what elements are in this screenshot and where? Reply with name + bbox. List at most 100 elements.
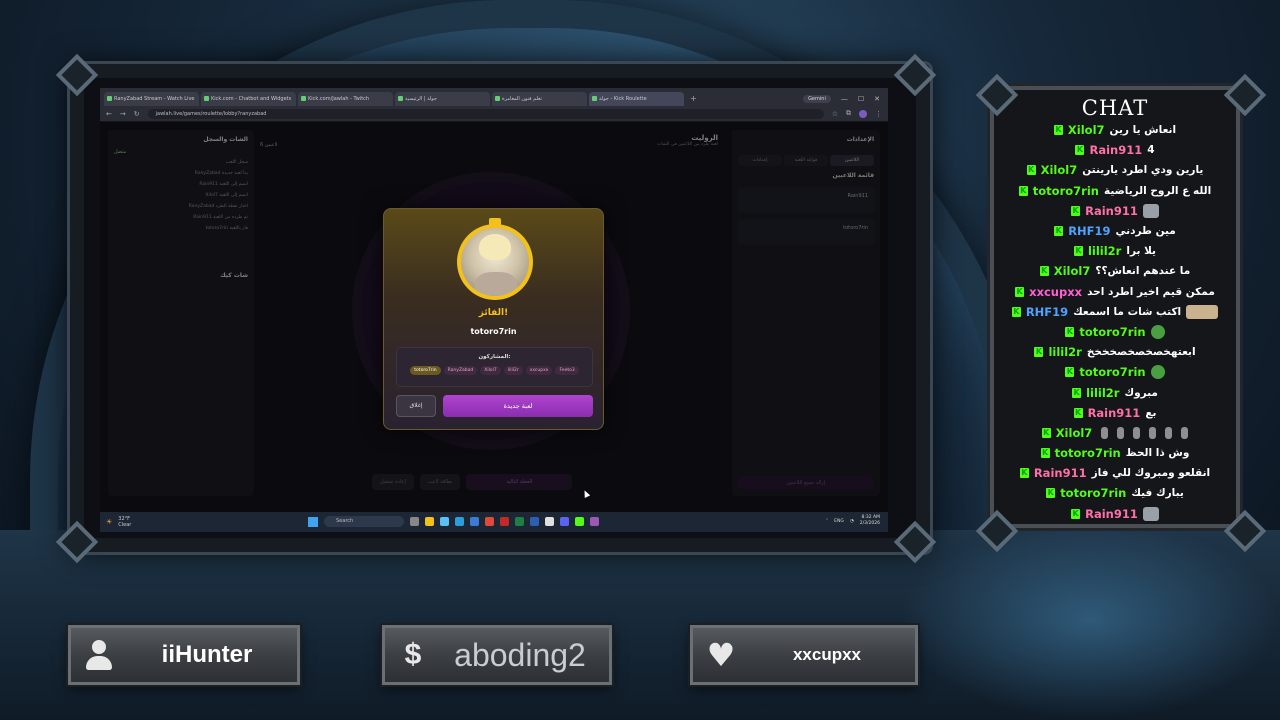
cat-emote-icon: [1142, 506, 1159, 521]
dancer-emote-icon: [1133, 426, 1141, 439]
kick-badge-icon: K: [1018, 185, 1028, 196]
chat-title: CHAT: [1081, 96, 1149, 120]
chat-message: K Rain911 4: [994, 140, 1236, 160]
participant-chip: xxcupxx: [525, 366, 553, 375]
kick-badge-icon: K: [1015, 286, 1025, 297]
close-button[interactable]: إغلاق: [396, 395, 436, 417]
chat-message: K Xilol7: [994, 423, 1236, 443]
chat-username: RHF19: [1068, 224, 1111, 239]
dancer-emote-icon: [1117, 426, 1125, 439]
windows-start-icon[interactable]: [308, 516, 318, 527]
chat-text: انقلعو ومبروك للي فاز: [1091, 467, 1211, 480]
taskbar-search[interactable]: Search: [324, 516, 404, 527]
heart-icon: ♥: [706, 636, 736, 674]
task-view-icon[interactable]: [410, 517, 419, 526]
kick-badge-icon: K: [1041, 427, 1051, 438]
winner-avatar-image: [461, 228, 529, 296]
close-icon[interactable]: ✕: [874, 95, 880, 103]
browser-tab[interactable]: Kick.com - Chatbot and Widgets: [201, 92, 296, 106]
wifi-icon[interactable]: ◔: [850, 519, 854, 524]
browser-tab[interactable]: Kick.com/Jawlah - Twitch: [298, 92, 393, 106]
new-tab-icon[interactable]: +: [686, 92, 701, 106]
dancer-emote-icon: [1101, 426, 1109, 439]
chat-message: Klilil2r يلا برا: [994, 241, 1236, 261]
dollar-icon: $: [404, 638, 422, 671]
tray-chevron-icon[interactable]: ˄: [826, 519, 828, 524]
edge-icon[interactable]: [455, 517, 464, 526]
frog-emote-icon: [1150, 365, 1165, 380]
star-icon[interactable]: ☆: [832, 110, 838, 118]
profile-avatar[interactable]: [859, 109, 867, 118]
minimize-icon[interactable]: —: [841, 95, 848, 103]
chat-username: Xilol7: [1055, 425, 1093, 440]
chat-text: يبارك فيك: [1131, 487, 1184, 500]
participant-chip: Feeto3: [555, 366, 579, 375]
chat-username: lilil2r: [1087, 244, 1122, 259]
chat-username: Rain911: [1085, 506, 1138, 521]
winner-label: الفائز!: [478, 308, 509, 318]
word-icon[interactable]: [530, 517, 539, 526]
copilot-icon[interactable]: [440, 517, 449, 526]
chat-text: اكتب شات ما اسمعك: [1073, 305, 1182, 318]
file-explorer-icon[interactable]: [425, 517, 434, 526]
gemini-button[interactable]: Gemini: [803, 95, 831, 103]
chat-username: RHF19: [1025, 304, 1069, 319]
kick-badge-icon: K: [1054, 226, 1064, 237]
chat-username: Xilol7: [1040, 163, 1078, 178]
kick-badge-icon: K: [1071, 205, 1081, 216]
dancer-emote-icon: [1181, 426, 1189, 439]
windows-taskbar: ☀ 32°F Clear Search ˄ ENG ◔ 8:32 AM 2/3/…: [100, 512, 888, 532]
kick-badge-icon: K: [1034, 347, 1044, 358]
participant-chip: RanyZabad: [443, 366, 478, 375]
participant-chip: Xilol7: [480, 366, 501, 375]
kick-badge-icon: K: [1053, 125, 1063, 136]
chat-username: Rain911: [1085, 203, 1138, 218]
reload-icon[interactable]: ↻: [134, 110, 140, 118]
cat-emote-icon: [1142, 203, 1159, 218]
maximize-icon[interactable]: ☐: [858, 95, 864, 103]
chat-message: K RHF19 مين طردني: [994, 221, 1236, 241]
chrome-icon[interactable]: [485, 517, 494, 526]
excel-icon[interactable]: [515, 517, 524, 526]
weather-widget[interactable]: 32°F Clear: [118, 516, 131, 528]
chat-message: K Xilol7 ما عندهم انعاش؟؟: [994, 261, 1236, 281]
chat-text: بع: [1145, 406, 1157, 419]
kick-app-icon[interactable]: [575, 517, 584, 526]
clock[interactable]: 8:32 AM 2/3/2026: [860, 515, 880, 527]
back-icon[interactable]: ←: [106, 110, 112, 118]
url-field[interactable]: jawlah.live/games/roulette/lobby?ranyzab…: [147, 108, 824, 119]
chat-message: K Xilol7 يارين ودي اطرد يارينتن: [994, 160, 1236, 180]
chat-message: K Rain911 بع: [994, 403, 1236, 423]
chrome-alt-icon[interactable]: [545, 517, 554, 526]
clock-date: 2/3/2026: [859, 521, 880, 526]
chat-message: K Xilol7 انعاش يا رين: [994, 120, 1236, 140]
participant-chip: lilil2r: [503, 366, 523, 375]
address-bar: ← → ↻ jawlah.live/games/roulette/lobby?r…: [100, 106, 888, 122]
forward-icon[interactable]: →: [120, 110, 126, 118]
kick-badge-icon: K: [1011, 306, 1021, 317]
latest-subscriber-name: xxcupxx: [792, 645, 862, 664]
chat-username: totoro7rin: [1032, 183, 1099, 198]
menu-icon[interactable]: ⋮: [875, 110, 882, 118]
lang-indicator[interactable]: ENG: [834, 519, 844, 524]
chat-message: Ktotoro7rin: [994, 362, 1236, 382]
chat-overlay: CHAT K Xilol7 انعاش يا رين K Rain911 4 K Xilol7…: [990, 86, 1240, 528]
browser-tab[interactable]: RanyZabad Stream - Watch Live: [104, 92, 199, 106]
obs-icon[interactable]: [590, 517, 599, 526]
powerpoint-icon[interactable]: [500, 517, 509, 526]
background-glow: [900, 520, 1280, 720]
window-controls: Gemini — ☐ ✕: [803, 95, 888, 106]
extensions-icon[interactable]: ⧉: [846, 109, 851, 118]
kick-badge-icon: K: [1072, 387, 1082, 398]
new-game-button[interactable]: لعبة جديدة: [443, 395, 593, 417]
discord-icon[interactable]: [560, 517, 569, 526]
store-icon[interactable]: [470, 517, 479, 526]
kick-badge-icon: K: [1075, 145, 1085, 156]
browser-tab[interactable]: تعلم فنون المغامرة: [492, 92, 587, 106]
browser-tab-active[interactable]: جولة - Kick Roulette: [589, 92, 684, 106]
faces-emote-icon: [1186, 304, 1219, 319]
dancer-emote-icon: [1165, 426, 1173, 439]
chat-username: Rain911: [1033, 466, 1087, 481]
latest-donation-name: aboding2: [454, 636, 586, 673]
browser-tab[interactable]: جولة | الرئيسية: [395, 92, 490, 106]
